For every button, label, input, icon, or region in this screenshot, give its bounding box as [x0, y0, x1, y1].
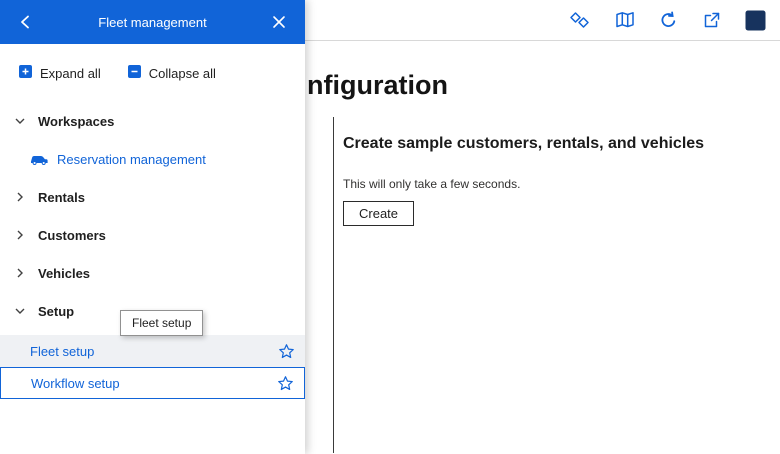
tree-item-label: Rentals — [38, 189, 85, 205]
collapse-all-button[interactable]: Collapse all — [127, 64, 216, 82]
tree-item-vehicles[interactable]: Vehicles — [0, 254, 305, 292]
section-note: This will only take a few seconds. — [343, 176, 521, 191]
tree-item-label: Reservation management — [57, 151, 206, 167]
navigation-tree: Workspaces Reservation management Rental… — [0, 102, 305, 399]
close-icon[interactable] — [265, 8, 293, 36]
expand-all-icon — [18, 64, 33, 82]
chevron-down-icon — [14, 305, 26, 317]
tree-toolbar: Expand all Collapse all — [0, 44, 305, 98]
car-icon — [30, 153, 49, 166]
section-heading: Create sample customers, rentals, and ve… — [343, 134, 705, 152]
open-in-new-window-icon[interactable] — [702, 11, 721, 30]
topbar — [305, 0, 780, 41]
expand-all-button[interactable]: Expand all — [18, 64, 101, 82]
chevron-right-icon — [14, 191, 26, 203]
expand-all-label: Expand all — [40, 65, 101, 81]
app-window: nfiguration Create sample customers, ren… — [0, 0, 780, 454]
chevron-down-icon — [14, 115, 26, 127]
fleet-management-flyout: Fleet management Expand all Collapse all… — [0, 0, 305, 454]
tree-item-label: Customers — [38, 227, 106, 243]
tooltip-fleet-setup: Fleet setup — [120, 310, 204, 336]
tree-item-label: Workflow setup — [31, 375, 120, 391]
favorite-star-icon[interactable] — [277, 375, 294, 392]
chevron-right-icon — [14, 229, 26, 241]
back-chevron-icon[interactable] — [12, 8, 40, 36]
tree-item-customers[interactable]: Customers — [0, 216, 305, 254]
dark-app-square-icon[interactable] — [745, 10, 766, 31]
tree-item-label: Vehicles — [38, 265, 91, 281]
tree-item-rentals[interactable]: Rentals — [0, 178, 305, 216]
tree-item-fleet-setup[interactable]: Fleet setup — [0, 335, 305, 367]
flyout-title: Fleet management — [98, 14, 207, 30]
copilot-diamonds-icon[interactable] — [569, 11, 591, 29]
tree-item-label: Fleet setup — [30, 343, 95, 359]
favorite-star-icon[interactable] — [278, 343, 295, 360]
form-region: Create sample customers, rentals, and ve… — [333, 116, 780, 453]
collapse-all-icon — [127, 64, 142, 82]
page-title: nfiguration — [307, 70, 448, 100]
create-button[interactable]: Create — [343, 200, 415, 226]
chevron-right-icon — [14, 267, 26, 279]
tree-item-workflow-setup[interactable]: Workflow setup — [0, 367, 305, 399]
main-area: nfiguration Create sample customers, ren… — [305, 0, 780, 454]
guide-book-icon[interactable] — [615, 11, 635, 29]
collapse-all-label: Collapse all — [148, 65, 216, 81]
tree-item-workspaces[interactable]: Workspaces — [0, 102, 305, 140]
tree-item-label: Workspaces — [38, 113, 115, 129]
tree-item-reservation-management[interactable]: Reservation management — [0, 140, 305, 178]
tree-item-label: Setup — [38, 303, 75, 319]
flyout-header: Fleet management — [0, 0, 305, 44]
refresh-icon[interactable] — [659, 10, 678, 30]
